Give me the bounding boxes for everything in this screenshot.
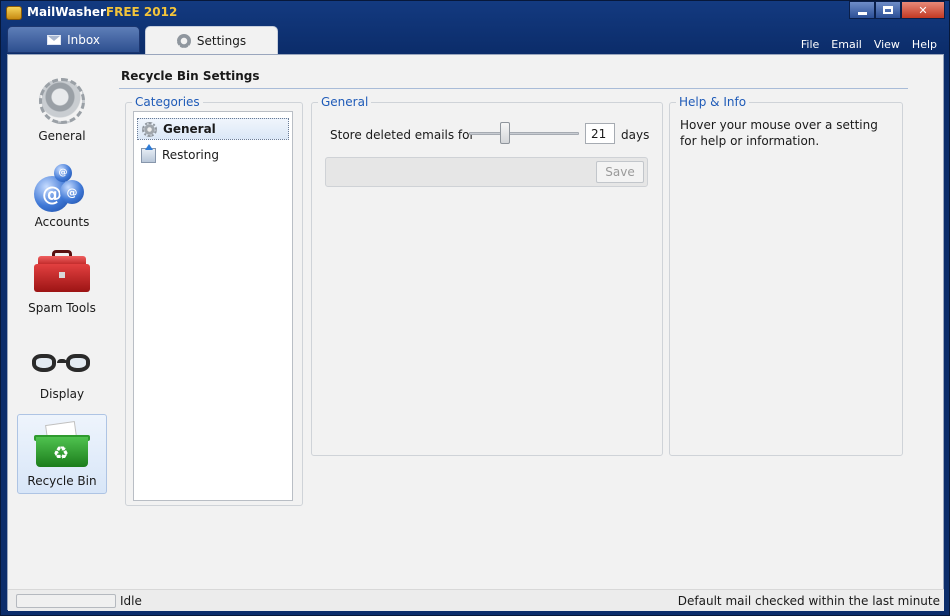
menu-email[interactable]: Email bbox=[825, 38, 868, 51]
title-bar: MailWasherFREE 2012 ✕ bbox=[1, 1, 949, 25]
status-text: Idle bbox=[120, 594, 142, 608]
help-info-group-label: Help & Info bbox=[676, 95, 750, 109]
days-unit-label: days bbox=[621, 128, 650, 142]
maximize-icon bbox=[883, 6, 893, 14]
nav-item-accounts[interactable]: @ @ @ Accounts bbox=[17, 156, 107, 236]
close-icon: ✕ bbox=[918, 3, 928, 17]
tab-inbox-label: Inbox bbox=[67, 32, 100, 47]
save-bar: Save bbox=[325, 157, 648, 187]
at-sign-icon: @ bbox=[60, 180, 84, 204]
minimize-button[interactable] bbox=[849, 1, 875, 19]
days-slider-thumb[interactable] bbox=[500, 122, 510, 144]
recycle-bin-icon: ♻ bbox=[34, 420, 90, 467]
app-title: MailWasherFREE 2012 bbox=[27, 5, 177, 19]
at-sign-icon: @ bbox=[54, 164, 72, 182]
app-logo-icon bbox=[6, 6, 22, 20]
gear-icon bbox=[142, 121, 157, 137]
nav-item-label: Spam Tools bbox=[28, 301, 96, 315]
nav-item-label: General bbox=[38, 129, 86, 143]
categories-list: General Restoring bbox=[133, 111, 293, 501]
restore-icon bbox=[141, 143, 156, 163]
minimize-icon bbox=[857, 11, 867, 15]
nav-item-spam-tools[interactable]: Spam Tools bbox=[17, 242, 107, 322]
menu-help[interactable]: Help bbox=[906, 38, 943, 51]
category-item-label: Restoring bbox=[162, 148, 219, 162]
menu-file[interactable]: File bbox=[795, 38, 825, 51]
toolbox-icon bbox=[34, 250, 90, 292]
days-input[interactable]: 21 bbox=[585, 123, 615, 144]
store-deleted-label: Store deleted emails for bbox=[330, 128, 475, 142]
tab-settings-label: Settings bbox=[196, 33, 247, 48]
nav-item-label: Display bbox=[39, 387, 85, 401]
nav-item-recycle-bin[interactable]: ♻ Recycle Bin bbox=[17, 414, 107, 494]
gear-icon bbox=[39, 78, 85, 124]
tab-settings[interactable]: Settings bbox=[145, 26, 278, 54]
maximize-button[interactable] bbox=[875, 1, 901, 19]
envelope-icon bbox=[47, 34, 62, 45]
status-bar: Idle Default mail checked within the las… bbox=[8, 589, 944, 611]
title-divider bbox=[119, 88, 908, 89]
help-info-group: Help & Info Hover your mouse over a sett… bbox=[669, 95, 903, 456]
help-text: Hover your mouse over a setting for help… bbox=[680, 118, 878, 148]
settings-nav: General @ @ @ Accounts Spam Tools Displa… bbox=[17, 70, 109, 500]
app-window: MailWasherFREE 2012 ✕ Inbox Settings Fil… bbox=[0, 0, 950, 616]
app-title-free: FREE 2012 bbox=[105, 5, 178, 19]
category-item-general[interactable]: General bbox=[137, 118, 289, 140]
glasses-icon bbox=[32, 350, 92, 376]
close-button[interactable]: ✕ bbox=[901, 1, 945, 19]
menu-view[interactable]: View bbox=[868, 38, 906, 51]
settings-content: General @ @ @ Accounts Spam Tools Displa… bbox=[7, 54, 944, 610]
nav-item-label: Recycle Bin bbox=[27, 474, 97, 488]
nav-item-display[interactable]: Display bbox=[17, 328, 107, 408]
save-button[interactable]: Save bbox=[596, 161, 644, 183]
app-title-main: MailWasher bbox=[27, 5, 106, 19]
categories-group-label: Categories bbox=[132, 95, 203, 109]
progress-bar bbox=[16, 594, 116, 608]
accounts-icon: @ @ @ bbox=[34, 164, 90, 212]
window-controls: ✕ bbox=[849, 1, 945, 19]
category-item-label: General bbox=[163, 122, 216, 136]
nav-item-label: Accounts bbox=[34, 215, 90, 229]
days-slider-track[interactable] bbox=[469, 132, 579, 135]
categories-group: Categories General Restoring bbox=[125, 95, 303, 506]
general-group: General Store deleted emails for 21 days… bbox=[311, 95, 663, 456]
menu-bar: File Email View Help bbox=[795, 38, 943, 51]
general-group-label: General bbox=[318, 95, 372, 109]
category-item-restoring[interactable]: Restoring bbox=[137, 143, 289, 166]
page-title: Recycle Bin Settings bbox=[121, 69, 260, 83]
gear-icon bbox=[176, 33, 191, 48]
mail-check-status: Default mail checked within the last min… bbox=[677, 594, 940, 608]
nav-item-general[interactable]: General bbox=[17, 70, 107, 150]
tab-inbox[interactable]: Inbox bbox=[7, 26, 140, 53]
